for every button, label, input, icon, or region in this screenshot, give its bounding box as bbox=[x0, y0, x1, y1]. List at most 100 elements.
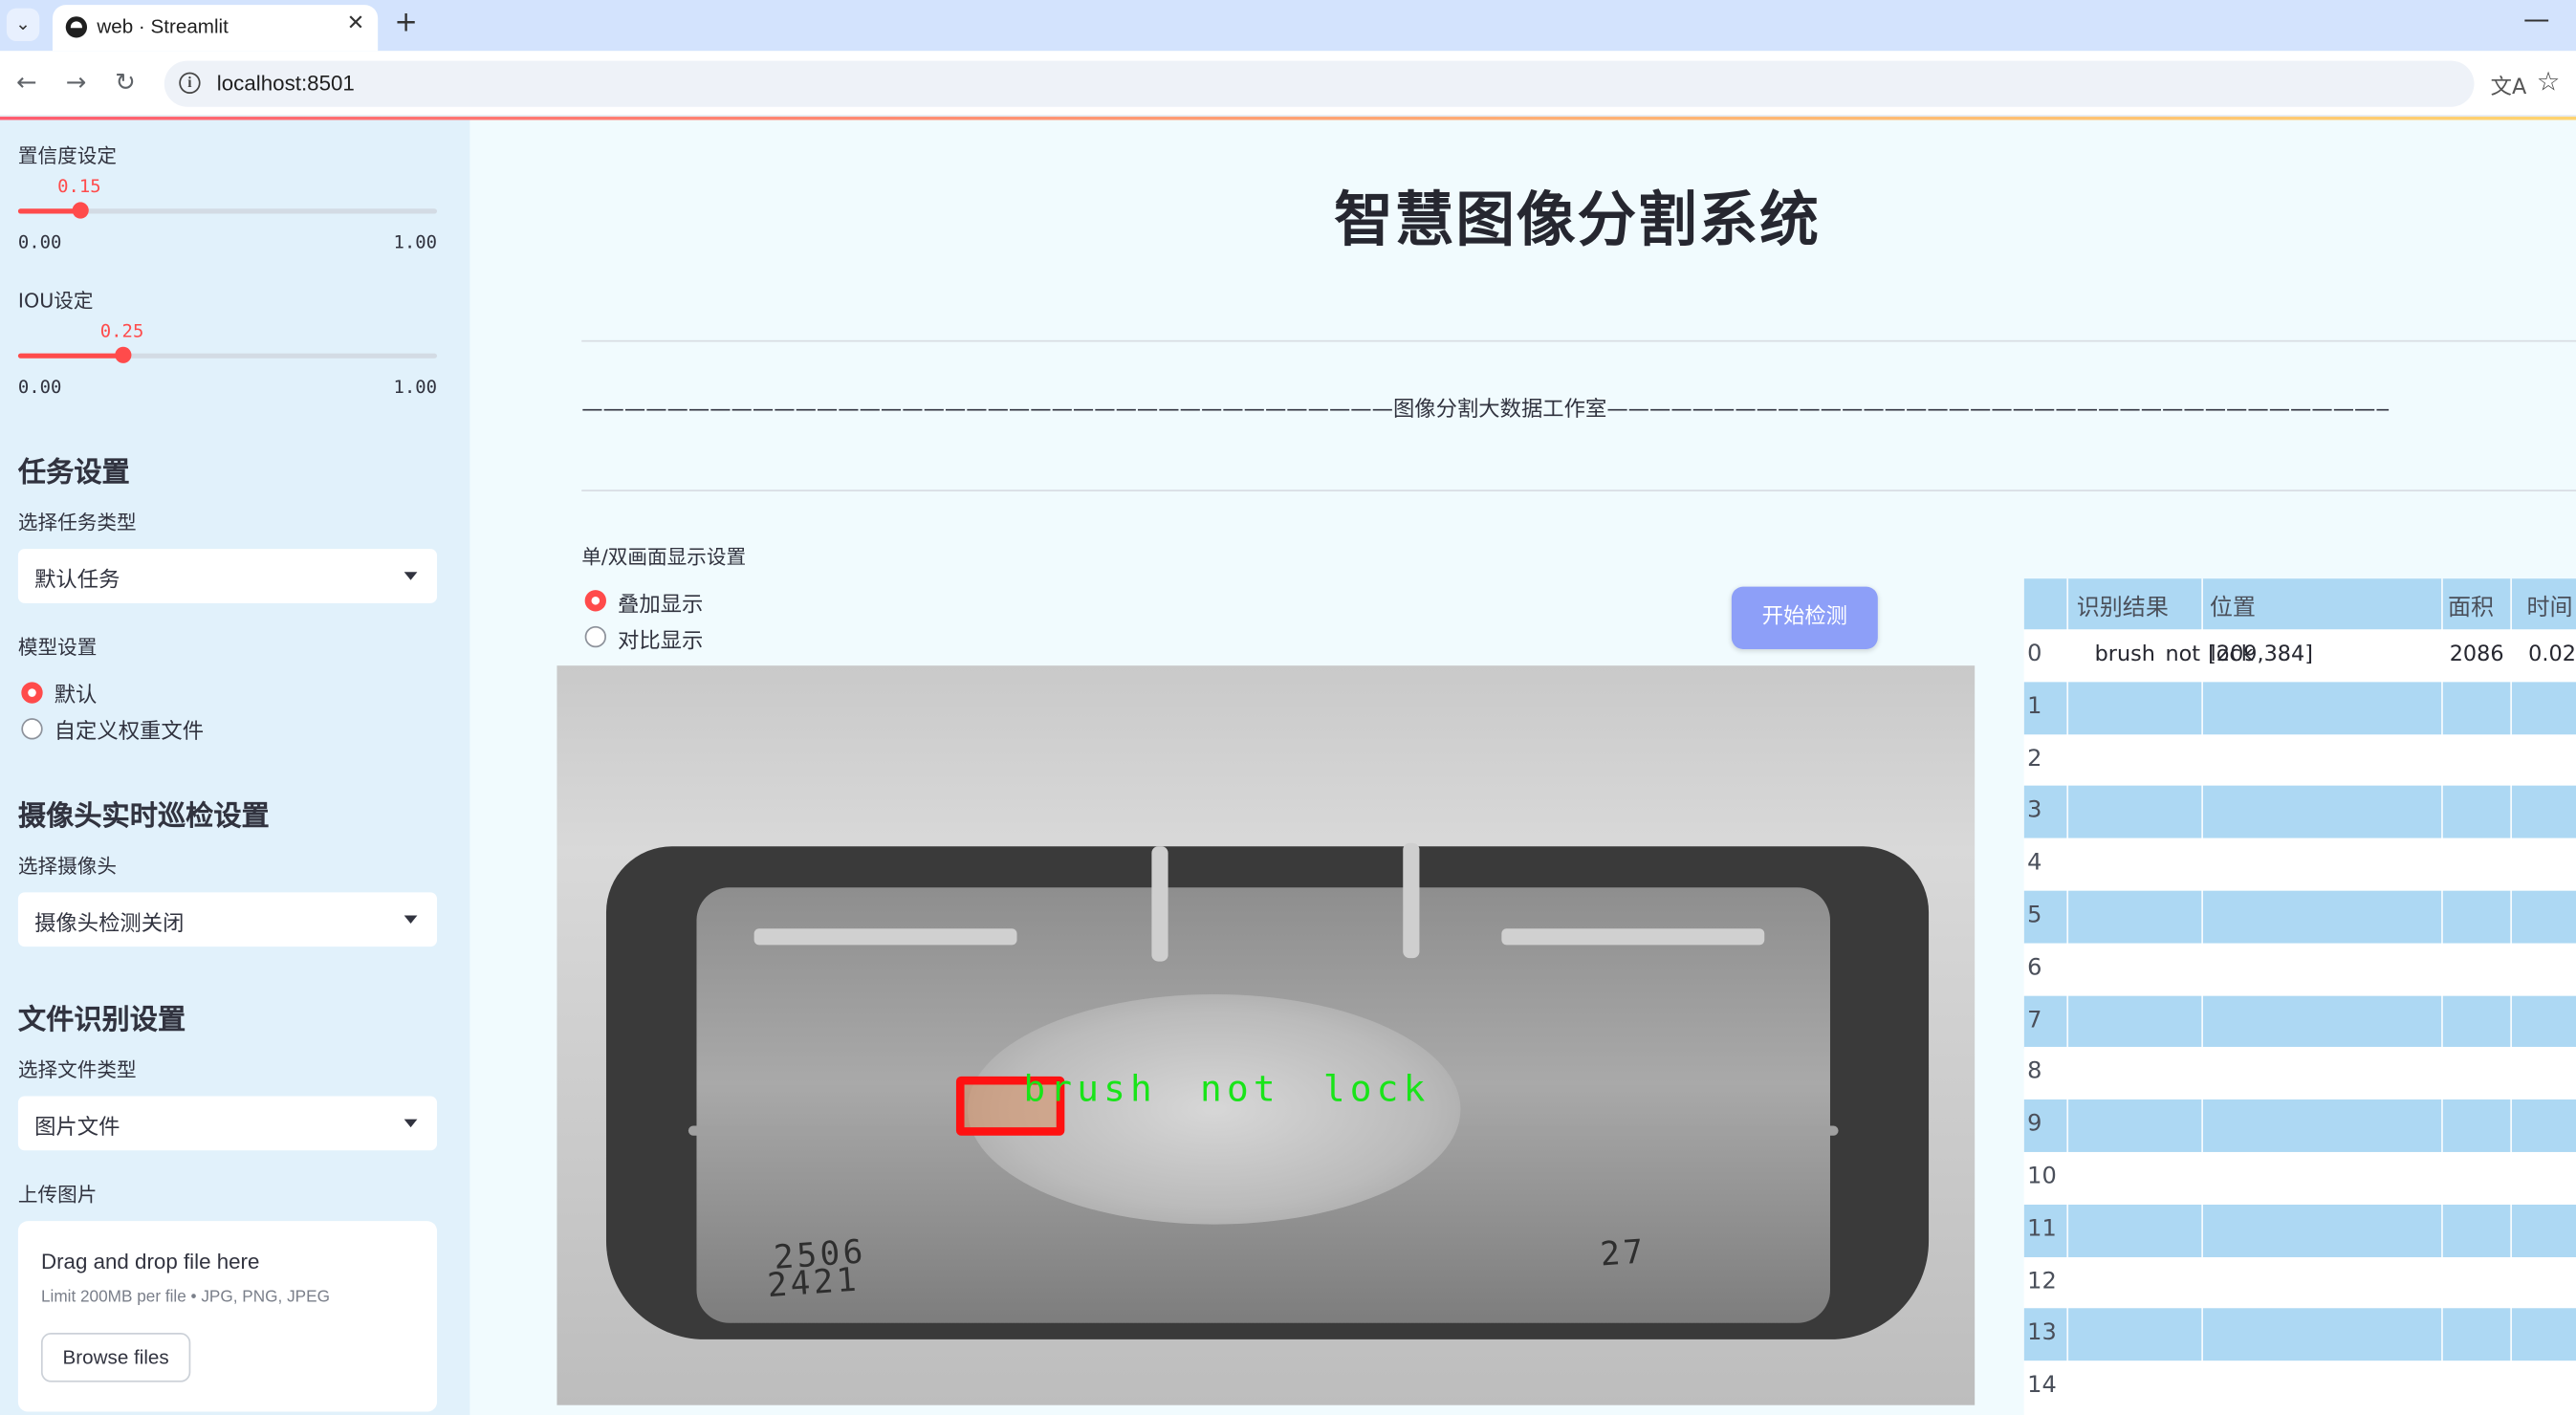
divider bbox=[581, 490, 2576, 491]
upload-instructions: Drag and drop file here bbox=[40, 1249, 260, 1274]
cell-position: [209,384] bbox=[2208, 642, 2313, 667]
back-icon[interactable]: ← bbox=[16, 67, 37, 97]
confidence-max: 1.00 bbox=[393, 231, 438, 253]
results-table[interactable]: 识别结果 位置 面积 时间 0 brush not lock [209,384] 20… bbox=[2023, 578, 2576, 1415]
model-radio-default[interactable] bbox=[21, 682, 43, 704]
camera-select[interactable]: 摄像头检测关闭 bbox=[17, 892, 438, 947]
row-index: 7 bbox=[2027, 1007, 2042, 1034]
row-index: 14 bbox=[2027, 1372, 2057, 1400]
iou-slider-fill bbox=[17, 353, 123, 359]
forward-icon[interactable]: → bbox=[66, 67, 87, 97]
browser-tab-bar: ⌄ web · Streamlit ✕ + — bbox=[0, 0, 2576, 52]
column-divider bbox=[2201, 578, 2203, 1415]
display-mode-label: 单/双画面显示设置 bbox=[581, 545, 747, 569]
cell-time: 0.02 bbox=[2528, 642, 2576, 667]
column-header-position[interactable]: 位置 bbox=[2210, 590, 2256, 622]
row-index: 4 bbox=[2027, 850, 2042, 877]
page-title: 智慧图像分割系统 bbox=[1334, 186, 1821, 255]
chevron-down-icon bbox=[404, 915, 418, 925]
chevron-down-icon bbox=[404, 572, 418, 580]
model-option-default[interactable]: 默认 bbox=[55, 677, 98, 708]
address-bar: ← → ↻ i localhost:8501 文A ☆ bbox=[0, 51, 2576, 118]
image-bracket bbox=[753, 928, 1017, 946]
table-row[interactable]: 10 bbox=[2023, 1151, 2576, 1205]
table-row[interactable]: 9 bbox=[2023, 1099, 2576, 1153]
file-type-select[interactable]: 图片文件 bbox=[17, 1096, 438, 1151]
file-type-label: 选择文件类型 bbox=[17, 1057, 137, 1082]
column-header-area[interactable]: 面积 bbox=[2448, 590, 2494, 622]
iou-value: 0.25 bbox=[99, 320, 144, 342]
display-radio-compare[interactable] bbox=[584, 625, 606, 648]
row-index: 2 bbox=[2027, 745, 2042, 773]
column-header-time[interactable]: 时间 bbox=[2526, 590, 2572, 622]
table-row[interactable]: 14 bbox=[2023, 1361, 2576, 1414]
table-header: 识别结果 位置 面积 时间 bbox=[2023, 578, 2576, 630]
display-radio-overlay[interactable] bbox=[584, 590, 606, 612]
iou-slider-thumb[interactable] bbox=[114, 346, 132, 363]
row-index: 12 bbox=[2027, 1268, 2057, 1295]
table-row[interactable]: 5 bbox=[2023, 890, 2576, 944]
iou-slider[interactable] bbox=[17, 346, 438, 363]
confidence-value: 0.15 bbox=[57, 175, 101, 198]
camera-label: 选择摄像头 bbox=[17, 854, 118, 878]
browser-tab[interactable]: web · Streamlit ✕ bbox=[52, 5, 379, 52]
row-index: 8 bbox=[2027, 1058, 2042, 1086]
row-index: 10 bbox=[2027, 1164, 2057, 1190]
row-index: 6 bbox=[2027, 954, 2042, 981]
star-icon[interactable]: ☆ bbox=[2537, 66, 2561, 98]
table-row[interactable]: 8 bbox=[2023, 1047, 2576, 1100]
info-icon[interactable]: i bbox=[179, 72, 201, 94]
tab-menu-icon[interactable]: ⌄ bbox=[6, 8, 40, 41]
table-row[interactable]: 12 bbox=[2023, 1256, 2576, 1310]
upload-label: 上传图片 bbox=[17, 1183, 98, 1207]
image-engraving: 2421 bbox=[766, 1258, 862, 1305]
iou-min: 0.00 bbox=[17, 376, 62, 398]
model-radio-custom[interactable] bbox=[21, 718, 43, 740]
start-detection-button[interactable]: 开始检测 bbox=[1731, 586, 1878, 649]
file-uploader-dropzone[interactable]: Drag and drop file here Limit 200MB per … bbox=[17, 1221, 438, 1412]
detection-image: 2506 2421 27 brush not lock bbox=[557, 665, 1976, 1405]
column-divider bbox=[2441, 578, 2443, 1415]
table-row[interactable]: 0 brush not lock [209,384] 2086 0.02 bbox=[2023, 629, 2576, 683]
camera-section-title: 摄像头实时巡检设置 bbox=[17, 800, 270, 834]
confidence-slider[interactable] bbox=[17, 202, 438, 219]
url-field[interactable]: i localhost:8501 bbox=[164, 60, 2475, 107]
cell-area: 2086 bbox=[2449, 642, 2504, 667]
column-header-result[interactable]: 识别结果 bbox=[2077, 590, 2169, 622]
studio-banner: ——————————————————————————————————————图像… bbox=[581, 397, 2389, 423]
table-row[interactable]: 13 bbox=[2023, 1308, 2576, 1361]
translate-icon[interactable]: 文A bbox=[2491, 69, 2527, 100]
row-index: 3 bbox=[2027, 797, 2042, 824]
app-root: ⌄ web · Streamlit ✕ + — ← → ↻ i localhos… bbox=[0, 0, 2576, 1415]
confidence-slider-thumb[interactable] bbox=[73, 202, 90, 219]
iou-max: 1.00 bbox=[393, 376, 438, 398]
table-row[interactable]: 1 bbox=[2023, 682, 2576, 735]
image-pin bbox=[1403, 842, 1420, 959]
close-icon[interactable]: ✕ bbox=[347, 11, 365, 36]
display-option-compare[interactable]: 对比显示 bbox=[618, 622, 703, 654]
row-index: 13 bbox=[2027, 1319, 2057, 1347]
minimize-icon[interactable]: — bbox=[2523, 3, 2549, 34]
table-row[interactable]: 2 bbox=[2023, 733, 2576, 787]
confidence-min: 0.00 bbox=[17, 231, 62, 253]
url-text[interactable]: localhost:8501 bbox=[217, 71, 355, 96]
table-row[interactable]: 7 bbox=[2023, 994, 2576, 1048]
display-option-overlay[interactable]: 叠加显示 bbox=[618, 587, 703, 619]
task-type-select[interactable]: 默认任务 bbox=[17, 549, 438, 603]
column-divider bbox=[2510, 578, 2512, 1415]
table-row[interactable]: 6 bbox=[2023, 943, 2576, 996]
model-label: 模型设置 bbox=[17, 636, 98, 660]
reload-icon[interactable]: ↻ bbox=[115, 67, 136, 97]
upload-limits: Limit 200MB per file • JPG, PNG, JPEG bbox=[40, 1288, 330, 1307]
image-bracket bbox=[1501, 928, 1765, 946]
row-index: 9 bbox=[2027, 1111, 2042, 1138]
plus-icon[interactable]: + bbox=[394, 7, 417, 39]
chevron-down-icon bbox=[404, 1119, 418, 1128]
table-row[interactable]: 3 bbox=[2023, 786, 2576, 839]
table-row[interactable]: 11 bbox=[2023, 1204, 2576, 1257]
table-row[interactable]: 4 bbox=[2023, 838, 2576, 891]
file-type-value: 图片文件 bbox=[34, 1116, 120, 1141]
browse-files-button[interactable]: Browse files bbox=[40, 1333, 191, 1382]
model-option-custom[interactable]: 自定义权重文件 bbox=[55, 713, 204, 745]
streamlit-logo-icon bbox=[65, 16, 88, 38]
